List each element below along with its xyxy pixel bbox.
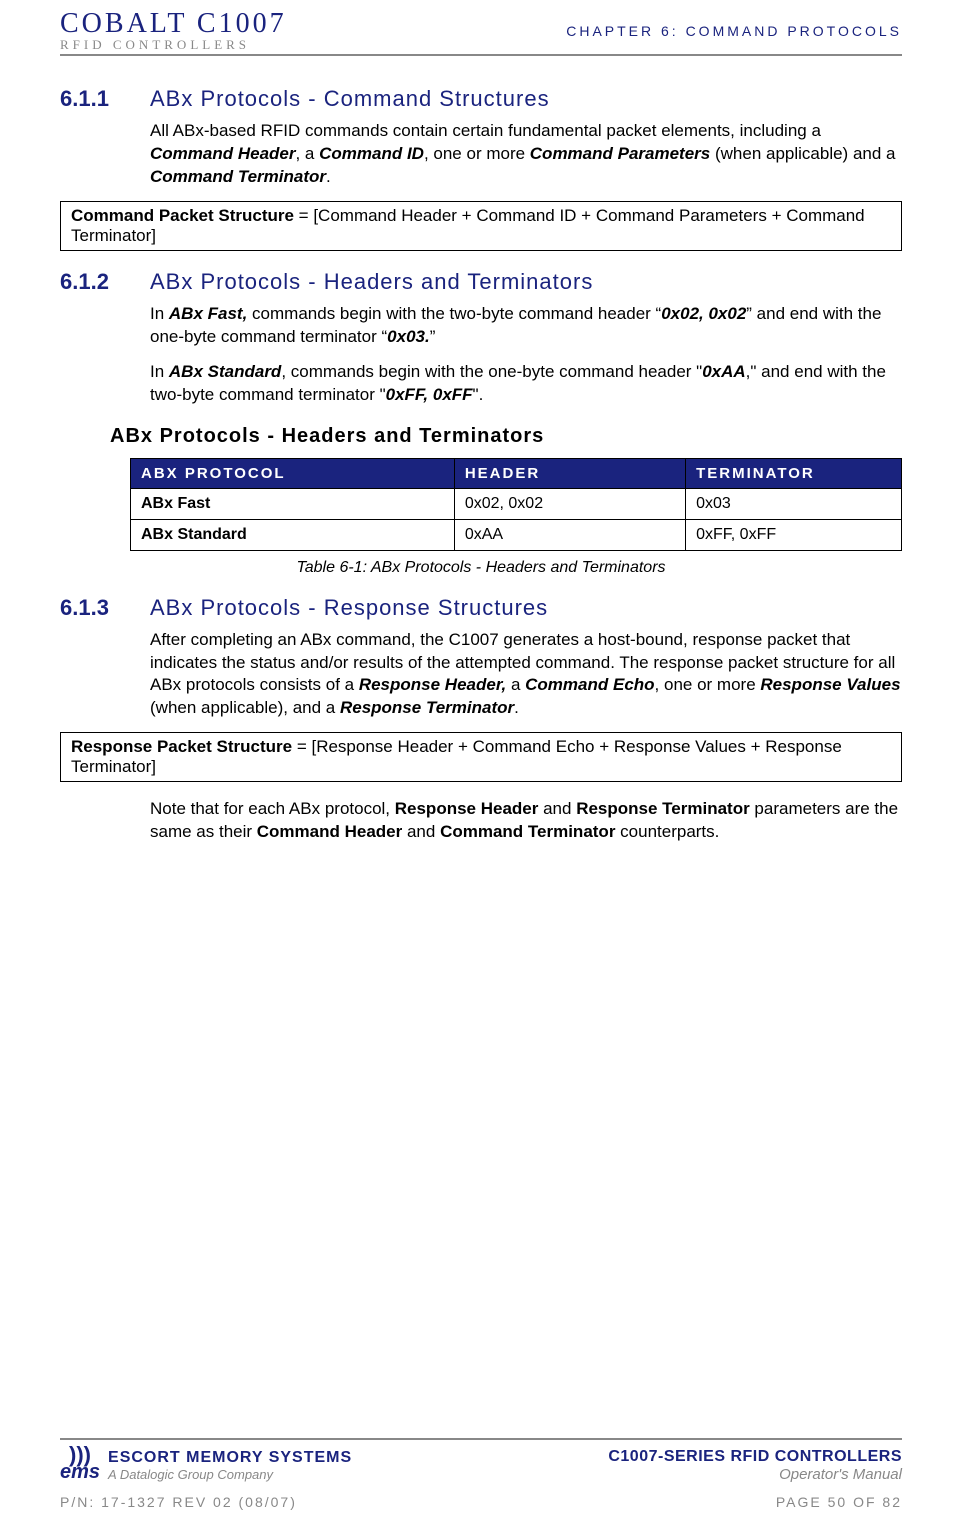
section-number: 6.1.2: [60, 269, 150, 295]
datalogic-label: A Datalogic Group Company: [108, 1467, 352, 1482]
paragraph: After completing an ABx command, the C10…: [150, 629, 902, 721]
logo-top: COBALT C1007: [60, 10, 287, 38]
paragraph: In ABx Fast, commands begin with the two…: [150, 303, 902, 349]
section-title: ABx Protocols - Command Structures: [150, 86, 550, 112]
section-number: 6.1.3: [60, 595, 150, 621]
footer-product: C1007-SERIES RFID CONTROLLERS: [608, 1448, 902, 1466]
table-caption: Table 6-1: ABx Protocols - Headers and T…: [60, 559, 902, 577]
page-number: PAGE 50 OF 82: [776, 1494, 902, 1510]
section-6-1-2: 6.1.2 ABx Protocols - Headers and Termin…: [60, 269, 902, 577]
section-6-1-3: 6.1.3 ABx Protocols - Response Structure…: [60, 595, 902, 845]
escort-label: ESCORT MEMORY SYSTEMS: [108, 1449, 352, 1467]
page-footer: ))) ems ESCORT MEMORY SYSTEMS A Datalogi…: [60, 1438, 902, 1510]
section-title: ABx Protocols - Headers and Terminators: [150, 269, 593, 295]
logo-sub: RFID CONTROLLERS: [60, 38, 287, 51]
logo-block: COBALT C1007 RFID CONTROLLERS: [60, 10, 287, 51]
command-packet-box: Command Packet Structure = [Command Head…: [60, 201, 902, 251]
paragraph: Note that for each ABx protocol, Respons…: [150, 798, 902, 844]
section-title: ABx Protocols - Response Structures: [150, 595, 548, 621]
chapter-label: CHAPTER 6: COMMAND PROTOCOLS: [566, 23, 902, 39]
ems-logo-icon: ))) ems: [60, 1448, 100, 1484]
table-row: ABx Fast 0x02, 0x02 0x03: [131, 488, 902, 519]
table-row: ABx Standard 0xAA 0xFF, 0xFF: [131, 519, 902, 550]
page-header: COBALT C1007 RFID CONTROLLERS CHAPTER 6:…: [60, 10, 902, 56]
protocols-table: ABX PROTOCOL HEADER TERMINATOR ABx Fast …: [130, 458, 902, 551]
response-packet-box: Response Packet Structure = [Response He…: [60, 732, 902, 782]
section-number: 6.1.1: [60, 86, 150, 112]
table-header: TERMINATOR: [686, 458, 902, 488]
section-6-1-1: 6.1.1 ABx Protocols - Command Structures…: [60, 86, 902, 251]
footer-manual: Operator's Manual: [608, 1466, 902, 1483]
paragraph: All ABx-based RFID commands contain cert…: [150, 120, 902, 189]
table-header: HEADER: [454, 458, 685, 488]
table-header: ABX PROTOCOL: [131, 458, 455, 488]
table-subhead: ABx Protocols - Headers and Terminators: [110, 425, 902, 448]
part-number: P/N: 17-1327 REV 02 (08/07): [60, 1494, 297, 1510]
paragraph: In ABx Standard, commands begin with the…: [150, 361, 902, 407]
